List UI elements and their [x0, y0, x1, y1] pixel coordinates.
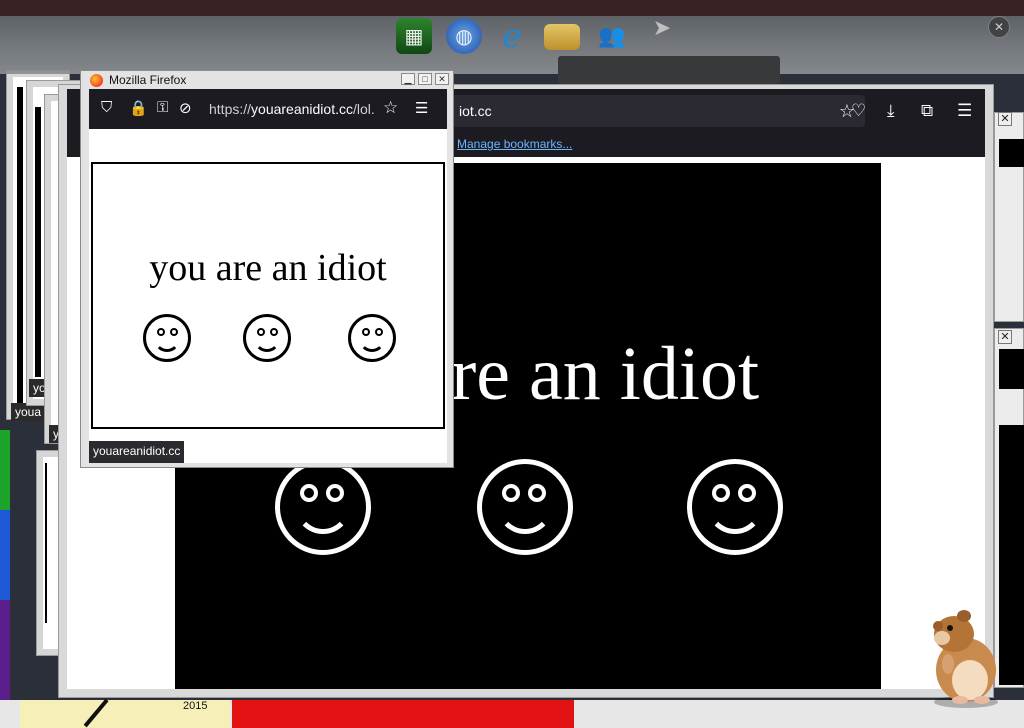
close-icon[interactable]: ✕	[988, 16, 1010, 38]
close-icon[interactable]: ✕	[435, 73, 449, 85]
url-scheme: https://	[209, 101, 252, 117]
manage-bookmarks-link[interactable]: Manage bookmarks...	[457, 137, 572, 151]
desktop-color-strip	[0, 430, 10, 700]
background-window[interactable]	[994, 112, 1024, 322]
smiley-face	[687, 459, 783, 555]
page-heading: you are an idiot	[149, 247, 387, 289]
page-content: you are an idiot youareanidiot.cc	[89, 129, 447, 463]
url-text: iot.cc	[459, 103, 492, 119]
tracking-blocked-icon[interactable]: ⊘	[179, 99, 192, 117]
people-icon[interactable]: 👥	[594, 18, 630, 54]
window-titlebar[interactable]: Mozilla Firefox ▁ □ ✕	[81, 71, 453, 89]
close-icon[interactable]: ✕	[998, 330, 1012, 344]
smiley-face	[348, 314, 396, 362]
pocket-icon[interactable]: ♡	[851, 101, 866, 121]
extensions-icon[interactable]: ⧉	[921, 101, 933, 121]
bookmark-star-icon[interactable]: ☆	[383, 98, 398, 118]
folder-icon[interactable]	[544, 24, 580, 50]
desktop-wallpaper: 2015	[0, 698, 1024, 728]
navigation-toolbar: ⛉ 🔒 ⚿ ⊘ https://youareanidiot.cc/lol. ☆ …	[89, 89, 447, 129]
url-bar[interactable]: https://youareanidiot.cc/lol.	[209, 101, 379, 117]
minimize-icon[interactable]: ▁	[401, 73, 415, 85]
menu-icon[interactable]: ☰	[957, 101, 972, 121]
internet-explorer-icon[interactable]: e	[494, 17, 530, 55]
page-heading: re an idiot	[451, 332, 760, 416]
smiley-face	[275, 459, 371, 555]
permissions-icon[interactable]: ⚿	[157, 99, 168, 116]
smiley-face	[477, 459, 573, 555]
cursor-icon[interactable]: ➤	[644, 10, 680, 46]
shield-icon[interactable]: ⛉	[101, 99, 112, 116]
window-title: Mozilla Firefox	[109, 73, 187, 87]
globe-icon[interactable]: ◍	[446, 18, 482, 54]
spreadsheet-icon[interactable]: ▦	[396, 18, 432, 54]
taskbar: ▦ ◍ e 👥 ➤ ✕	[0, 0, 1024, 84]
url-bar[interactable]: iot.cc ☆	[447, 95, 865, 127]
smiley-face	[243, 314, 291, 362]
wallpaper-year-text: 2015	[183, 700, 208, 712]
smiley-face	[143, 314, 191, 362]
url-path: /lol.	[352, 101, 375, 117]
idiot-banner: you are an idiot	[91, 162, 445, 429]
hamster-image	[933, 610, 998, 708]
close-icon[interactable]: ✕	[998, 112, 1012, 126]
lock-icon[interactable]: 🔒	[129, 99, 148, 117]
maximize-icon[interactable]: □	[418, 73, 432, 85]
firefox-popup-window[interactable]: Mozilla Firefox ▁ □ ✕ ⛉ 🔒 ⚿ ⊘ https://yo…	[80, 70, 454, 468]
status-bar-url: youareanidiot.cc	[89, 441, 185, 463]
firefox-logo-icon	[90, 73, 103, 87]
url-domain: youareanidiot.cc	[251, 101, 353, 117]
menu-icon[interactable]: ☰	[415, 99, 428, 117]
download-icon[interactable]: ⤓	[887, 101, 895, 121]
